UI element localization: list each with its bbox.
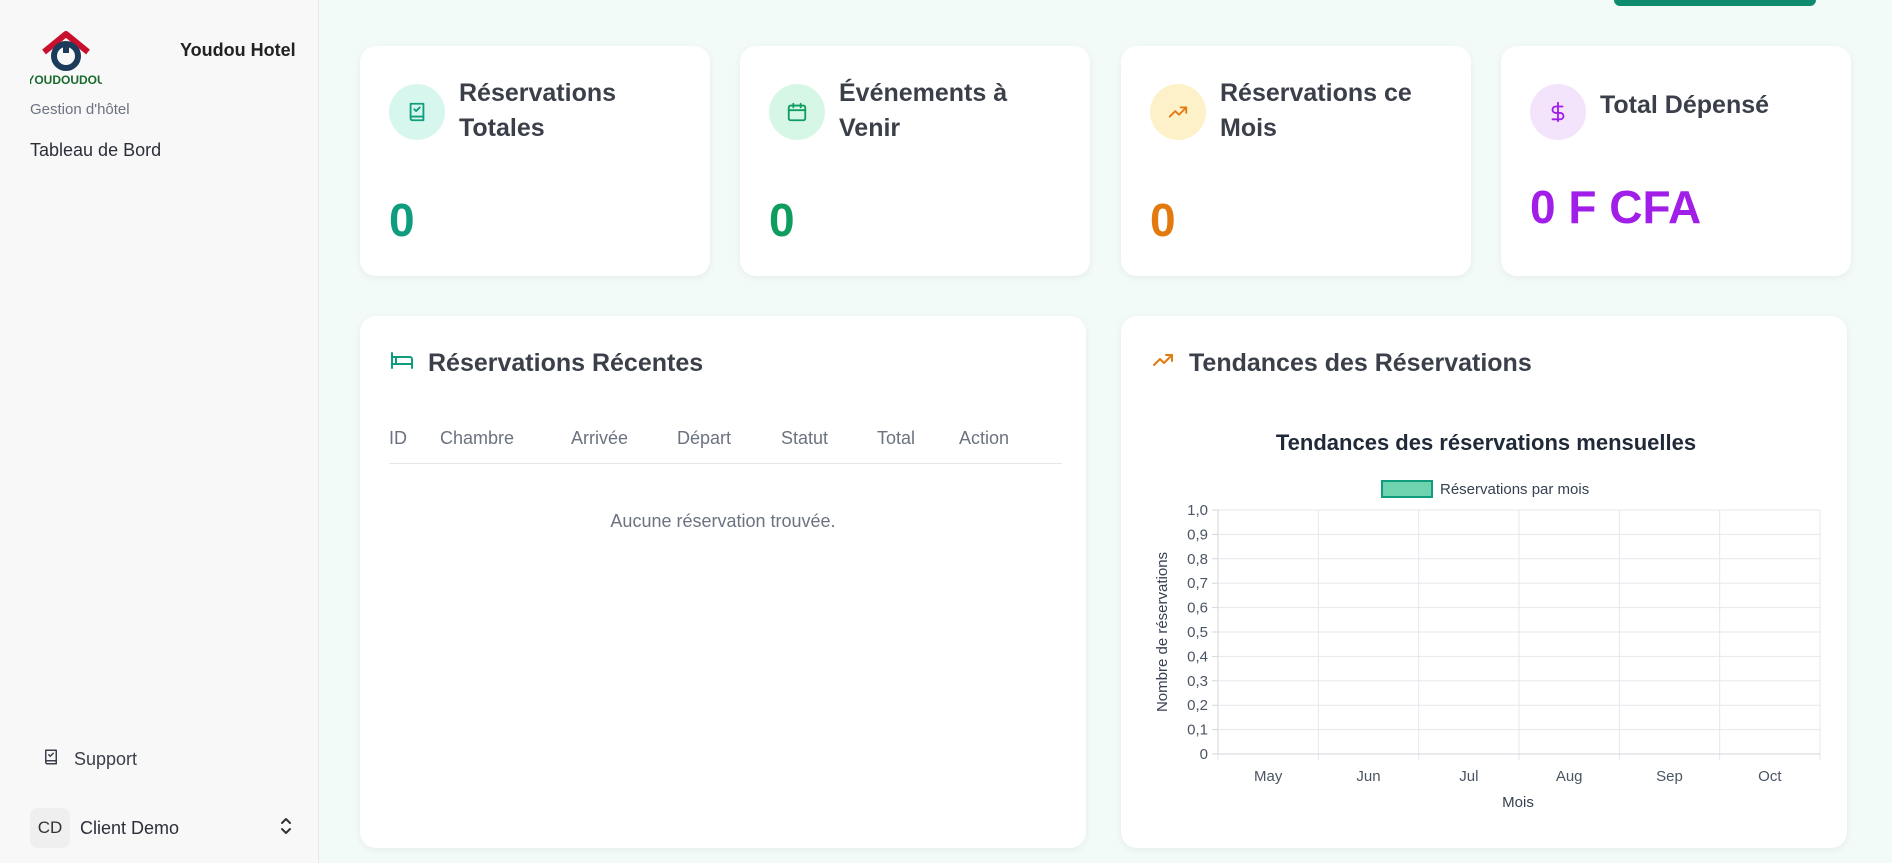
book-check-icon (389, 84, 445, 140)
reservations-table: ID Chambre Arrivée Départ Statut Total A… (389, 428, 1062, 464)
avatar: CD (30, 808, 70, 848)
column-header-action[interactable]: Action (959, 428, 1062, 464)
stat-value: 0 (1150, 194, 1176, 246)
stat-value: 0 (769, 194, 795, 246)
sidebar-group-label: Gestion d'hôtel (30, 101, 130, 118)
column-header-id[interactable]: ID (389, 428, 440, 464)
legend-label: Réservations par mois (1440, 481, 1589, 498)
calendar-icon (769, 84, 825, 140)
recent-reservations-panel: Réservations Récentes ID Chambre Arrivée… (360, 316, 1086, 848)
column-header-departure[interactable]: Départ (677, 428, 781, 464)
bed-icon (390, 348, 414, 379)
user-menu[interactable]: CD Client Demo (30, 808, 294, 848)
y-tick-label: 0,8 (1187, 551, 1208, 568)
stat-value: 0 (389, 194, 415, 246)
user-name: Client Demo (80, 817, 180, 838)
y-tick-label: 1,0 (1187, 502, 1208, 519)
stat-title: Réservations Totales (459, 79, 617, 142)
table-header-row: ID Chambre Arrivée Départ Statut Total A… (389, 428, 1062, 464)
logo-text: YOUDOUDOU (30, 73, 102, 86)
sidebar: YOUDOUDOU Youdou Hotel Gestion d'hôtel T… (0, 0, 319, 863)
sidebar-item-dashboard[interactable]: Tableau de Bord (30, 140, 161, 161)
y-tick-label: 0,2 (1187, 697, 1208, 714)
stat-card-total-reservations: Réservations Totales 0 (360, 46, 710, 276)
panel-title: Réservations Récentes (428, 349, 704, 377)
y-tick-label: 0,4 (1187, 648, 1208, 665)
reservation-trends-panel: Tendances des Réservations Tendances des… (1121, 316, 1847, 848)
x-tick-label: Oct (1758, 768, 1782, 785)
column-header-arrival[interactable]: Arrivée (571, 428, 677, 464)
y-tick-label: 0,9 (1187, 526, 1208, 543)
column-header-room[interactable]: Chambre (440, 428, 571, 464)
y-tick-label: 0 (1200, 746, 1208, 763)
y-axis-label: Nombre de réservations (1154, 552, 1171, 712)
top-action-button[interactable] (1614, 0, 1816, 6)
y-tick-label: 0,3 (1187, 673, 1208, 690)
y-tick-label: 0,6 (1187, 600, 1208, 617)
x-axis-label: Mois (1502, 794, 1534, 811)
book-icon (42, 748, 60, 771)
x-tick-label: May (1254, 768, 1283, 785)
stat-title: Réservations ce Mois (1220, 79, 1412, 142)
x-tick-label: Aug (1556, 768, 1583, 785)
stat-value: 0 F CFA (1530, 181, 1702, 233)
x-tick-label: Jul (1459, 768, 1478, 785)
stat-card-total-spent: Total Dépensé 0 F CFA (1501, 46, 1851, 276)
support-label: Support (74, 749, 138, 769)
brand-logo[interactable]: YOUDOUDOU (26, 30, 106, 87)
y-tick-label: 0,5 (1187, 624, 1208, 641)
stat-title: Événements à Venir (839, 79, 1008, 142)
column-header-total[interactable]: Total (877, 428, 959, 464)
stat-title: Total Dépensé (1600, 91, 1770, 119)
column-header-status[interactable]: Statut (781, 428, 877, 464)
stat-card-month-reservations: Réservations ce Mois 0 (1121, 46, 1471, 276)
y-tick-label: 0,7 (1187, 575, 1208, 592)
support-link[interactable]: Support (42, 748, 137, 771)
x-tick-label: Jun (1356, 768, 1380, 785)
stat-card-upcoming-events: Événements à Venir 0 (740, 46, 1090, 276)
y-tick-label: 0,1 (1187, 722, 1208, 739)
chevron-up-down-icon (278, 816, 294, 841)
empty-state-text: Aucune réservation trouvée. (610, 511, 836, 531)
chart-title: Tendances des réservations mensuelles (1276, 430, 1696, 455)
monthly-trend-chart: Tendances des réservations mensuelles Rés… (1154, 430, 1821, 811)
dollar-icon (1530, 84, 1586, 140)
brand-name: Youdou Hotel (180, 40, 296, 60)
trending-up-icon (1150, 84, 1206, 140)
x-tick-label: Sep (1656, 768, 1683, 785)
legend-swatch (1381, 480, 1433, 498)
